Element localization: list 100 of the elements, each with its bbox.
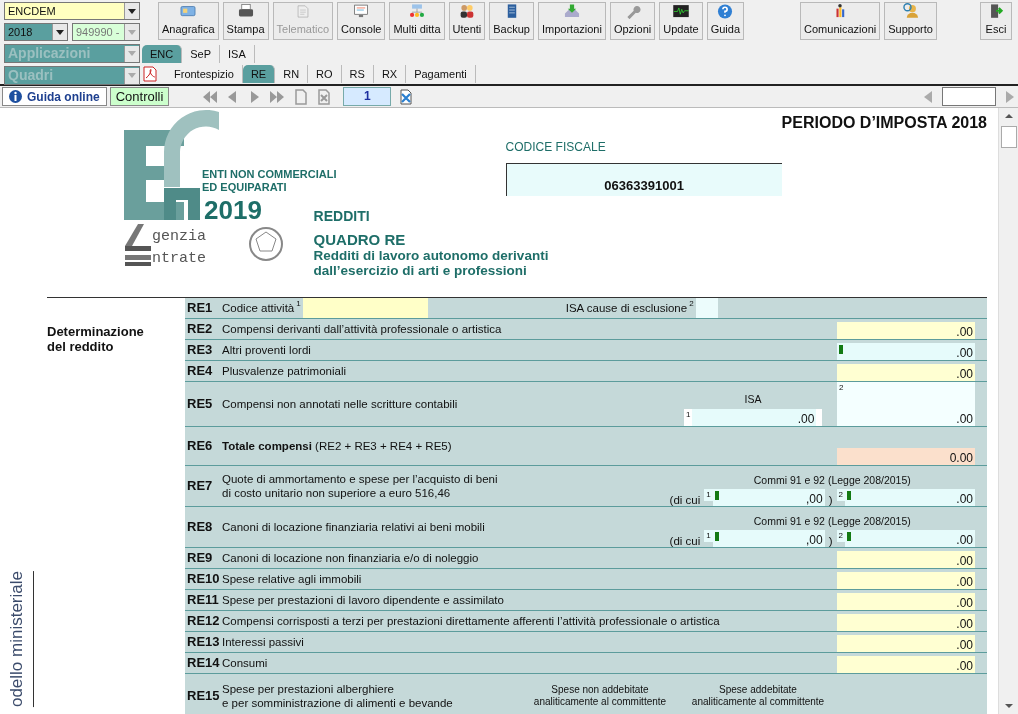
side-label: odello ministeriale: [4, 570, 34, 707]
tab[interactable]: RN: [275, 65, 309, 83]
amount-field[interactable]: .00: [837, 551, 975, 568]
row-code: RE1: [186, 299, 214, 318]
toolbar-button[interactable]: Utenti: [448, 2, 486, 40]
amount-field[interactable]: .00: [845, 530, 975, 547]
field-number: 2: [838, 382, 845, 394]
toolbar-button[interactable]: Supporto: [884, 2, 937, 40]
tab[interactable]: SeP: [182, 45, 221, 63]
form-subtitle: Redditi di lavoro autonomo derivanti dall’esercizio di arti e professioni: [313, 248, 550, 278]
agency-mark-drawing: [124, 224, 151, 266]
tab[interactable]: RO: [308, 65, 342, 83]
amount-field[interactable]: .00: [837, 635, 975, 652]
year-combo[interactable]: 2018: [4, 23, 68, 41]
row-label: Totale compensi (RE2 + RE3 + RE4 + RE5): [222, 439, 453, 453]
amount-field[interactable]: .00: [837, 322, 975, 339]
field-suffix: ): [828, 494, 833, 506]
row-label: Interessi passivi: [222, 635, 305, 649]
column-heading: ISA: [743, 393, 763, 405]
amount-field[interactable]: .00: [845, 489, 975, 506]
row-code: RE11: [186, 591, 220, 610]
amount-field[interactable]: ,00: [712, 530, 825, 547]
help-button[interactable]: Guida online: [2, 87, 107, 106]
pdf-icon[interactable]: [142, 66, 158, 82]
emblem-icon: [248, 227, 283, 261]
row-code: RE7: [186, 477, 214, 496]
row-label: Codice attività: [222, 301, 295, 315]
previous-icon[interactable]: [922, 89, 934, 104]
toolbar-button[interactable]: Esci: [980, 2, 1012, 40]
row-code: RE6: [186, 437, 214, 456]
amount-field[interactable]: 0.00: [837, 448, 975, 465]
caret-icon[interactable]: [52, 24, 67, 40]
row-code: RE14: [186, 654, 221, 673]
amount-field[interactable]: .00: [837, 656, 975, 673]
form-title: QUADRO RE: [313, 231, 407, 248]
first-page-icon[interactable]: [201, 88, 218, 105]
column-heading: Spese addebitate analiticamente al committente: [690, 684, 826, 708]
next-icon[interactable]: [1004, 89, 1016, 104]
tab[interactable]: RS: [341, 65, 374, 83]
row-label: Spese per prestazioni alberghiere e per somministrazione di alimenti e bevande: [222, 682, 454, 710]
row-label: Canoni di locazione non finanziaria e/o di noleggio: [222, 551, 480, 565]
input-field[interactable]: [302, 298, 428, 318]
toolbar-button[interactable]: Update: [659, 2, 703, 40]
agency-text: genzia: [151, 228, 206, 245]
page-number-field[interactable]: 1: [343, 87, 392, 106]
toolbar-button[interactable]: Anagrafica: [158, 2, 219, 40]
toolbar-button[interactable]: Comunicazioni: [800, 2, 881, 40]
delete-page-icon[interactable]: [398, 88, 415, 105]
amount-field[interactable]: ,00: [712, 489, 825, 506]
amount-field[interactable]: .00: [837, 614, 975, 631]
toolbar-button[interactable]: Multi ditta: [389, 2, 445, 40]
field-number: 1: [704, 489, 713, 501]
agency-text: ntrate: [151, 250, 206, 267]
field-number: 2: [836, 530, 845, 542]
caret-icon[interactable]: [124, 3, 139, 19]
amount-field[interactable]: .00: [837, 593, 975, 610]
amount-field[interactable]: .00: [837, 343, 975, 360]
field-label: CODICE FISCALE: [505, 139, 607, 156]
toolbar-button[interactable]: Opzioni: [609, 2, 656, 40]
page-icon[interactable]: [293, 88, 310, 105]
section-title: REDDITI: [313, 207, 371, 226]
column-heading: Commi 91 e 92 (Legge 208/2015): [752, 515, 912, 527]
row-code: RE4: [186, 362, 214, 381]
tab[interactable]: ISA: [220, 45, 255, 63]
amount-field[interactable]: .00: [837, 572, 975, 589]
row-label: Compensi non annotati nelle scritture contabili: [222, 397, 459, 411]
tab[interactable]: RX: [373, 65, 407, 83]
amount-field[interactable]: .00: [837, 364, 975, 381]
logo-year: 2019: [203, 195, 262, 225]
tab[interactable]: ENC: [142, 45, 183, 63]
tab[interactable]: Pagamenti: [406, 65, 476, 83]
amount-field[interactable]: .00: [692, 409, 817, 426]
tax-code-field[interactable]: 06363391001: [505, 163, 782, 196]
field-number: 1: [295, 298, 302, 310]
row-label: Altri proventi lordi: [222, 343, 312, 357]
field-prefix: (di cui: [669, 535, 701, 547]
row-label: ISA cause di esclusione: [565, 301, 688, 315]
controls-button[interactable]: Controlli: [109, 87, 170, 106]
row-code: RE8: [186, 518, 214, 537]
tab[interactable]: RE: [242, 65, 276, 83]
row-label: Consumi: [222, 656, 269, 670]
row-label: Spese relative agli immobili: [222, 572, 363, 586]
row-code: RE5: [186, 395, 214, 414]
row-code: RE15: [186, 687, 221, 706]
input-field[interactable]: [942, 87, 996, 106]
toolbar-button[interactable]: Guida: [706, 2, 745, 40]
toolbar-button[interactable]: Console: [337, 2, 386, 40]
toolbar-button[interactable]: Stampa: [222, 2, 269, 40]
group-label: Determinazione del reddito: [47, 324, 145, 354]
field-suffix: ): [828, 535, 833, 547]
input-field[interactable]: [695, 298, 718, 318]
scrollbar-thumb[interactable]: [1000, 126, 1017, 148]
toolbar-button[interactable]: Backup: [489, 2, 534, 40]
toolbar-button[interactable]: Importazioni: [538, 2, 606, 40]
company-combo[interactable]: ENCDEM: [4, 2, 140, 20]
period-title: PERIODO D’IMPOSTA 2018: [781, 113, 987, 133]
info-icon: [9, 90, 22, 103]
code-combo[interactable]: 949990 -: [72, 23, 140, 41]
tab[interactable]: Frontespizio: [166, 65, 243, 83]
delete-page-icon[interactable]: [316, 88, 333, 105]
